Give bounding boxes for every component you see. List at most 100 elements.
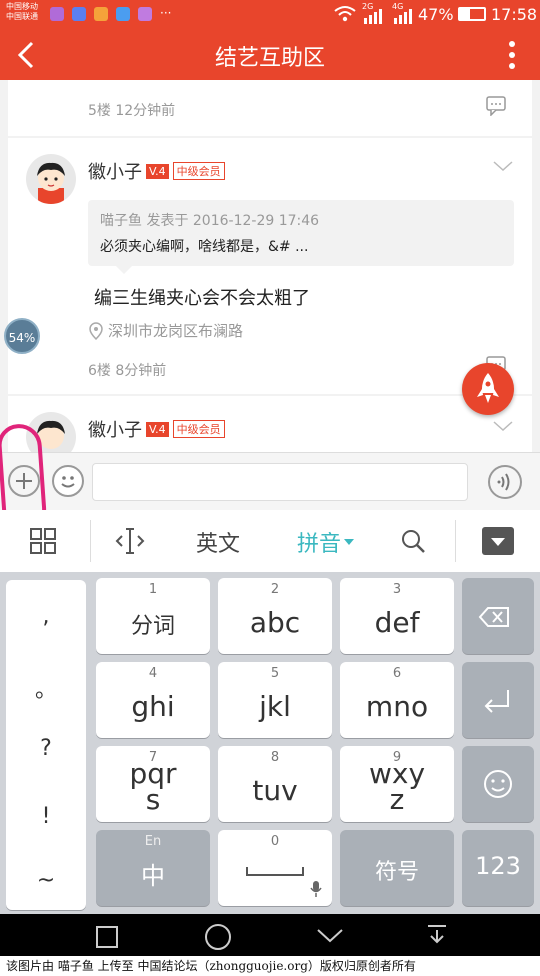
rocket-icon [477,373,499,403]
punct-tilde[interactable]: ~ [6,868,86,893]
key-5[interactable]: 5 jkl [218,662,332,738]
post-feed[interactable]: 5楼 12分钟前 徽小子 V.4 中级会员 喵子鱼 发表于 2016-12-29… [0,80,540,452]
key-num: 6 [392,666,402,681]
status-bar: 中国移动 中国联通 ··· 2G 4G 47% 17:58 [0,0,540,30]
wifi-icon [334,5,356,27]
key-label: 123 [475,852,521,880]
expand-button[interactable] [492,418,514,437]
english-mode-button[interactable]: 英文 [196,526,240,558]
emoji-button[interactable] [52,465,84,497]
key-3[interactable]: 3 def [340,578,454,654]
key-2[interactable]: 2 abc [218,578,332,654]
reply-button[interactable] [486,96,506,120]
key-7[interactable]: 7 pqr s [96,746,210,822]
pinyin-mode-button[interactable]: 拼音 [297,526,355,558]
key-num: 0 [270,834,280,849]
quote-header: 喵子鱼 发表于 2016-12-29 17:46 [100,213,320,229]
key-num: 2 [270,582,280,597]
chinese-mode-key[interactable]: En 中 [96,830,210,906]
key-num: 4 [148,666,158,681]
key-1[interactable]: 1 分词 [96,578,210,654]
key-num: 3 [392,582,402,597]
location-text: 深圳市龙岗区布澜路 [108,322,244,340]
app2-icon [138,7,152,21]
user-line: 徽小子 V.4 中级会员 [88,416,225,442]
enter-key[interactable] [462,662,534,738]
post-card-7: 徽小子 V.4 中级会员 [8,396,532,452]
space-key[interactable]: 0 [218,830,332,906]
microphone-icon [310,881,322,897]
notification-shade-button[interactable] [426,924,448,952]
rank-badge: 中级会员 [172,420,225,438]
dropdown-triangle-icon [344,539,355,545]
cursor-move-button[interactable] [114,526,146,560]
avatar[interactable] [26,154,76,204]
progress-text: 54% [8,331,36,345]
backspace-icon [478,607,509,627]
keyboard-menu-button[interactable] [30,528,56,558]
key-label: jkl [259,690,291,723]
punct-comma[interactable]: , [6,604,86,629]
divider [90,520,91,562]
signal-icon-2 [394,8,414,28]
clock: 17:58 [491,5,538,24]
location[interactable]: 深圳市龙岗区布澜路 [88,320,243,341]
carrier-1: 中国移动 [6,2,38,11]
username[interactable]: 徽小子 [88,416,142,442]
battery-text: 47% [418,5,454,24]
keyboard: , 。 ? ! ~ 1 分词 2 abc 3 def 4 ghi 5 jkl 6 mno 7… [0,572,540,914]
numbers-key[interactable]: 123 [462,830,534,906]
voice-button[interactable] [488,465,522,499]
post-card-5: 5楼 12分钟前 [8,80,532,136]
watermark-credit: 该图片由 喵子鱼 上传至 中国结论坛（zhongguojie.org）版权归原创… [0,956,540,976]
keyboard-search-button[interactable] [400,528,426,558]
emoji-key[interactable] [462,746,534,822]
reply-input[interactable] [92,463,468,501]
punct-period[interactable]: 。 [6,672,86,704]
key-label-extra: s [145,783,161,816]
expand-button[interactable] [492,158,514,177]
username[interactable]: 徽小子 [88,158,142,184]
key-num: 1 [148,582,158,597]
key-9[interactable]: 9 wxy z [340,746,454,822]
smiley-icon [484,770,512,798]
key-label: mno [365,690,429,723]
key-label: 中 [141,862,165,890]
backspace-key[interactable] [462,578,534,654]
key-label: def [374,606,420,639]
post-meta: 6楼 8分钟前 [88,363,167,379]
key-4[interactable]: 4 ghi [96,662,210,738]
quote-box[interactable]: 喵子鱼 发表于 2016-12-29 17:46 必须夹心编啊，啥线都是，&# … [88,200,514,274]
key-num: 5 [270,666,280,681]
key-label: 分词 [130,614,175,639]
chat-icon [116,7,130,21]
back-nav-button[interactable] [316,928,344,948]
quote-pointer [116,266,132,274]
punctuation-column[interactable]: , 。 ? ! ~ [6,580,86,910]
level-badge: V.4 [146,163,169,179]
key-label: abc [249,606,301,639]
punct-exclaim[interactable]: ! [6,804,86,829]
home-button[interactable] [205,924,231,950]
pull-down-icon [428,925,446,944]
punct-question[interactable]: ? [6,736,86,761]
more-menu-button[interactable] [500,38,524,72]
hide-keyboard-button[interactable] [482,527,514,555]
quote-body: 必须夹心编啊，啥线都是，&# ... [100,239,309,255]
symbols-key[interactable]: 符号 [340,830,454,906]
collapse-icon [491,538,505,546]
recent-apps-button[interactable] [96,926,118,948]
key-label: 符号 [374,860,419,885]
key-6[interactable]: 6 mno [340,662,454,738]
vertical-dots-icon [509,41,515,69]
chevron-down-icon [493,421,513,432]
scroll-top-button[interactable] [462,363,514,415]
key-num: 8 [270,750,280,765]
rank-badge: 中级会员 [172,162,225,180]
key-8[interactable]: 8 tuv [218,746,332,822]
pinyin-label: 拼音 [297,532,342,557]
app-icon [50,7,64,21]
location-pin-icon [89,321,103,340]
level-badge: V.4 [146,421,169,437]
heart-icon [94,7,108,21]
